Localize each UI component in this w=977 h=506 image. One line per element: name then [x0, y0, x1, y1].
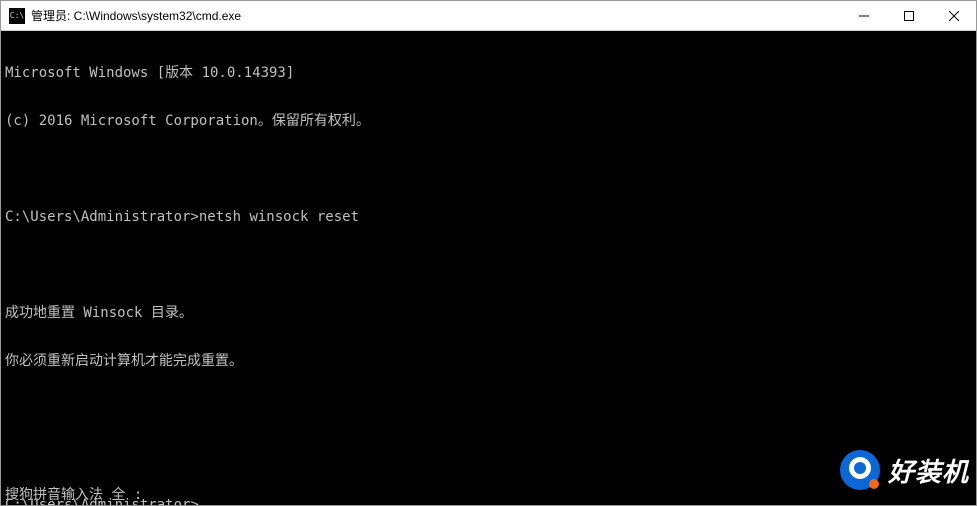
terminal-prompt-line: C:\Users\Administrator>netsh winsock res… — [5, 209, 972, 225]
close-icon — [949, 11, 959, 21]
cmd-icon-label: C:\ — [10, 12, 24, 20]
window-controls — [841, 1, 976, 30]
terminal-output — [5, 449, 972, 465]
terminal-output: (c) 2016 Microsoft Corporation。保留所有权利。 — [5, 113, 972, 129]
watermark: 好装机 — [838, 448, 969, 492]
terminal-output: 成功地重置 Winsock 目录。 — [5, 305, 972, 321]
terminal-output: Microsoft Windows [版本 10.0.14393] — [5, 65, 972, 81]
terminal-output: 你必须重新启动计算机才能完成重置。 — [5, 353, 972, 369]
terminal-output — [5, 401, 972, 417]
cmd-window: C:\ 管理员: C:\Windows\system32\cmd.exe Mic… — [0, 0, 977, 506]
terminal-prompt-line: C:\Users\Administrator> — [5, 497, 972, 505]
titlebar[interactable]: C:\ 管理员: C:\Windows\system32\cmd.exe — [1, 1, 976, 31]
window-title: 管理员: C:\Windows\system32\cmd.exe — [31, 7, 841, 24]
terminal-area[interactable]: Microsoft Windows [版本 10.0.14393] (c) 20… — [1, 31, 976, 505]
minimize-icon — [859, 11, 869, 21]
maximize-button[interactable] — [886, 1, 931, 30]
terminal-command: netsh winsock reset — [199, 209, 359, 225]
terminal-prompt: C:\Users\Administrator> — [5, 209, 199, 225]
minimize-button[interactable] — [841, 1, 886, 30]
terminal-output — [5, 257, 972, 273]
close-button[interactable] — [931, 1, 976, 30]
maximize-icon — [904, 11, 914, 21]
terminal-output — [5, 161, 972, 177]
watermark-logo-icon — [838, 448, 882, 492]
cmd-icon: C:\ — [9, 8, 25, 24]
ime-status: 搜狗拼音输入法 全 : — [1, 487, 146, 505]
watermark-text: 好装机 — [888, 452, 969, 489]
